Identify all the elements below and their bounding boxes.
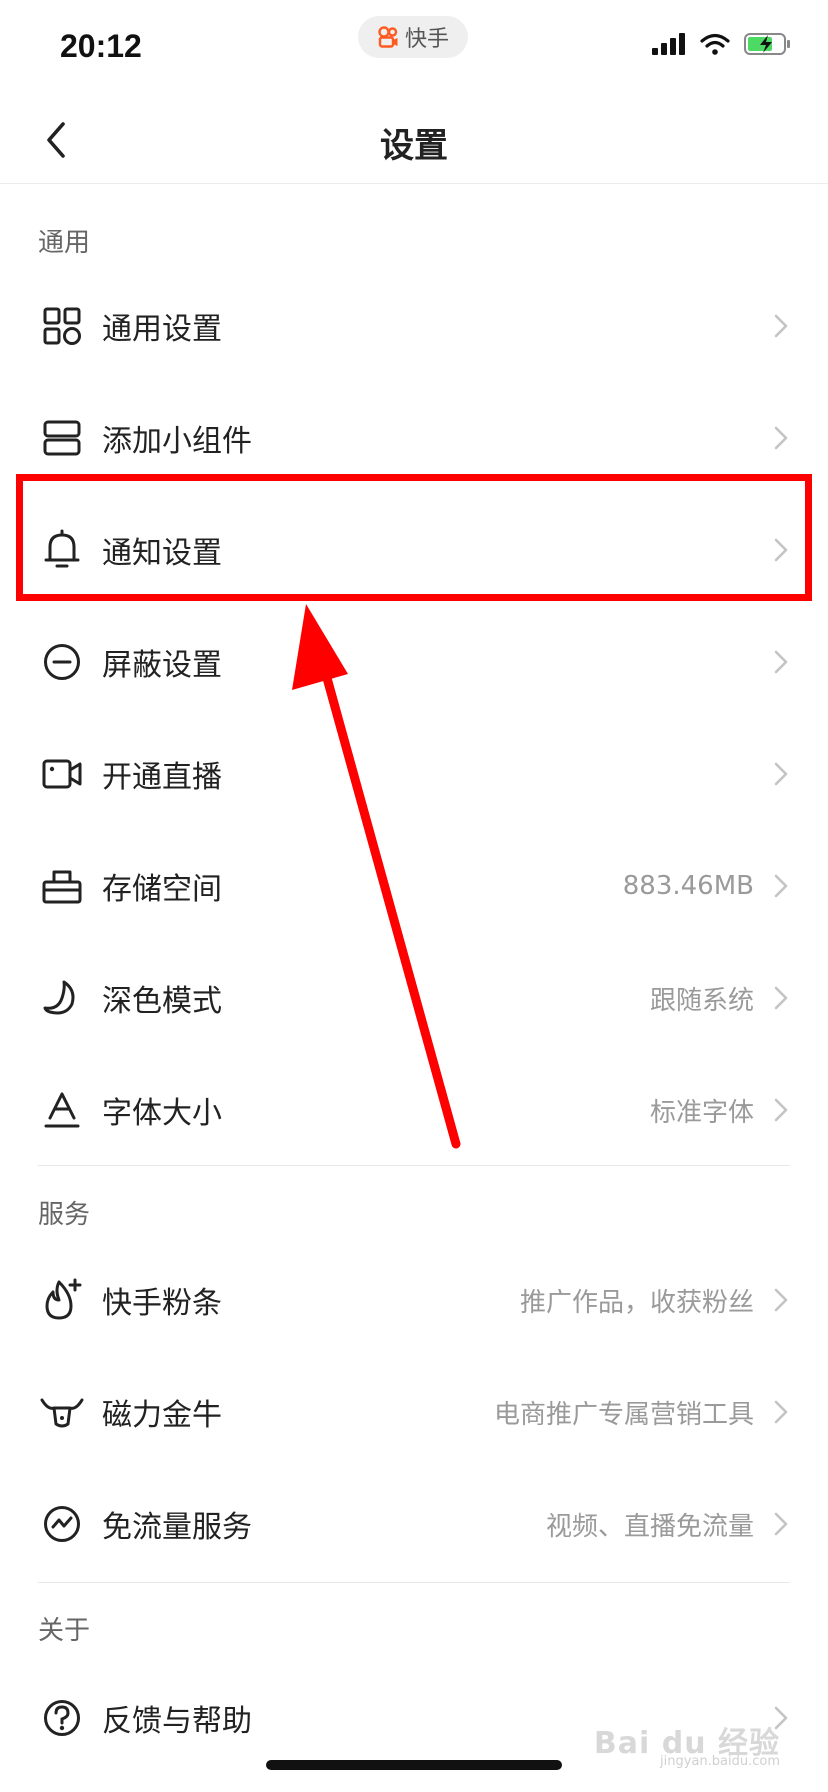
row-label: 开通直播 xyxy=(102,760,222,795)
chevron-right-icon xyxy=(770,1285,792,1315)
annotation-highlight-box xyxy=(16,474,812,601)
app-pill-label: 快手 xyxy=(404,27,449,52)
baidu-watermark-url: jingyan.baidu.com xyxy=(660,1754,780,1769)
row-value: 跟随系统 xyxy=(649,985,754,1016)
cellular-signal-icon xyxy=(652,33,685,55)
section-title-services: 服务 xyxy=(38,1200,91,1230)
grid-icon xyxy=(40,304,84,348)
bull-icon xyxy=(40,1390,84,1434)
chevron-right-icon xyxy=(770,1095,792,1125)
help-icon xyxy=(40,1696,84,1740)
chevron-right-icon xyxy=(770,647,792,677)
chevron-right-icon xyxy=(770,1509,792,1539)
row-label: 屏蔽设置 xyxy=(102,648,222,683)
settings-row-font-size[interactable]: 字体大小 标准字体 xyxy=(0,1054,828,1166)
row-label: 通用设置 xyxy=(102,312,222,347)
chevron-right-icon xyxy=(770,759,792,789)
row-label: 磁力金牛 xyxy=(102,1398,222,1433)
block-icon xyxy=(40,640,84,684)
row-value: 883.46MB xyxy=(622,871,754,901)
storage-box-icon xyxy=(40,864,84,908)
font-size-icon xyxy=(40,1088,84,1132)
chevron-right-icon xyxy=(770,311,792,341)
status-time: 20:12 xyxy=(60,28,142,64)
widget-icon xyxy=(40,416,84,460)
settings-row-magnetic-bull[interactable]: 磁力金牛 电商推广专属营销工具 xyxy=(0,1356,828,1468)
moon-icon xyxy=(40,976,84,1020)
back-to-app-pill[interactable]: 快手 xyxy=(358,16,468,58)
page-title: 设置 xyxy=(380,126,448,166)
section-title-general: 通用 xyxy=(38,228,91,258)
status-bar: 20:12 快手 xyxy=(0,0,828,96)
row-value: 视频、直播免流量 xyxy=(545,1511,754,1542)
section-title-about: 关于 xyxy=(38,1616,91,1646)
row-label: 免流量服务 xyxy=(102,1510,252,1545)
fire-plus-icon xyxy=(40,1278,84,1322)
settings-row-dark-mode[interactable]: 深色模式 跟随系统 xyxy=(0,942,828,1054)
nav-header: 设置 xyxy=(0,96,828,184)
settings-row-fan-promotion[interactable]: 快手粉条 推广作品，收获粉丝 xyxy=(0,1244,828,1356)
chevron-right-icon xyxy=(770,871,792,901)
row-label: 快手粉条 xyxy=(102,1286,222,1321)
chevron-right-icon xyxy=(770,983,792,1013)
settings-row-general[interactable]: 通用设置 xyxy=(0,270,828,382)
kuaishou-logo-icon xyxy=(378,26,398,48)
section-divider xyxy=(38,1165,790,1166)
home-indicator[interactable] xyxy=(266,1760,562,1770)
row-label: 存储空间 xyxy=(102,872,222,907)
row-value: 电商推广专属营销工具 xyxy=(493,1399,754,1430)
wifi-icon xyxy=(700,33,730,55)
settings-row-block[interactable]: 屏蔽设置 xyxy=(0,606,828,718)
row-label: 反馈与帮助 xyxy=(102,1704,252,1739)
section-divider xyxy=(38,1582,790,1583)
settings-row-free-data[interactable]: 免流量服务 视频、直播免流量 xyxy=(0,1468,828,1580)
system-icons xyxy=(652,32,792,56)
row-label: 字体大小 xyxy=(102,1096,222,1131)
row-label: 添加小组件 xyxy=(102,424,252,459)
battery-charging-icon xyxy=(744,33,790,55)
free-data-icon xyxy=(40,1502,84,1546)
settings-row-storage[interactable]: 存储空间 883.46MB xyxy=(0,830,828,942)
row-label: 深色模式 xyxy=(102,984,222,1019)
row-value: 标准字体 xyxy=(649,1097,754,1128)
chevron-right-icon xyxy=(770,1397,792,1427)
video-camera-icon xyxy=(40,752,84,796)
settings-row-live[interactable]: 开通直播 xyxy=(0,718,828,830)
row-value: 推广作品，收获粉丝 xyxy=(519,1287,754,1318)
chevron-right-icon xyxy=(770,423,792,453)
